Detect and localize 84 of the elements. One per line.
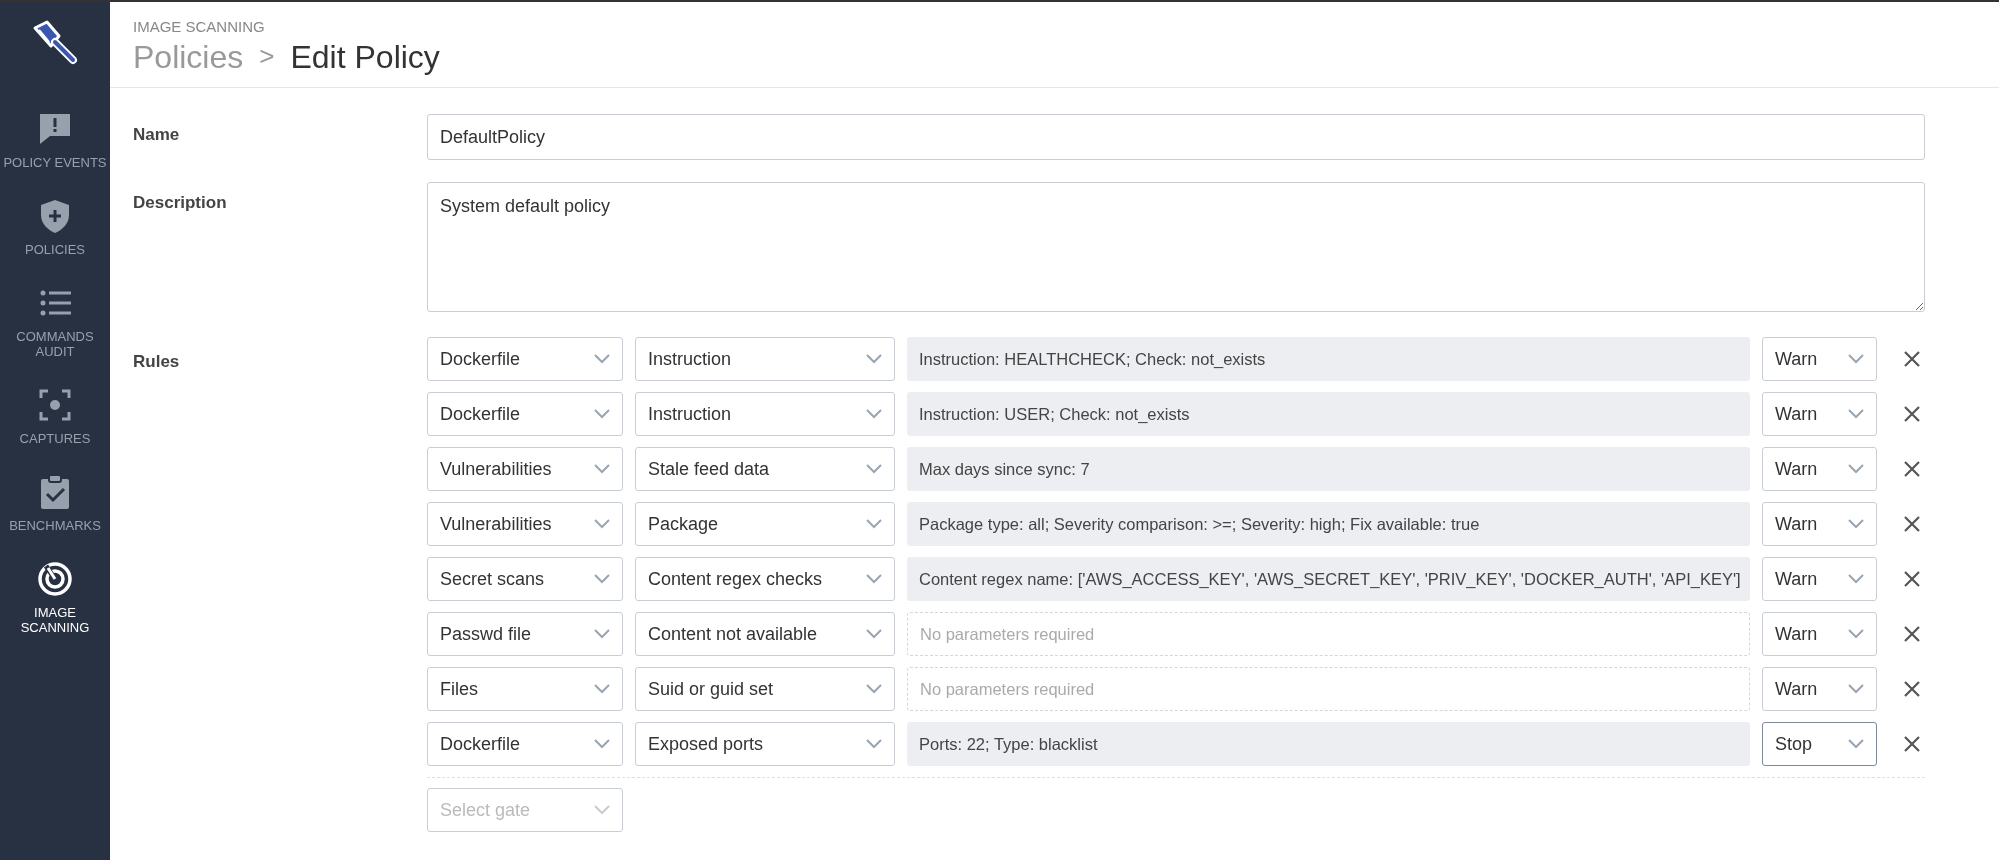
action-select[interactable]: Warn xyxy=(1762,502,1877,547)
sidebar-item[interactable]: IMAGE SCANNING xyxy=(0,559,110,636)
section-label: IMAGE SCANNING xyxy=(133,17,266,37)
chevron-down-icon xyxy=(866,684,882,695)
chevron-down-icon xyxy=(1848,739,1864,750)
sidebar-item[interactable]: POLICIES xyxy=(0,196,110,258)
close-icon xyxy=(1903,350,1921,369)
chevron-down-icon xyxy=(1848,629,1864,640)
chevron-down-icon xyxy=(866,409,882,420)
field-label: Name xyxy=(133,124,181,147)
chevron-down-icon xyxy=(1848,574,1864,585)
action-select[interactable]: Stop xyxy=(1762,722,1877,767)
chevron-down-icon xyxy=(1848,684,1864,695)
action-select[interactable]: Warn xyxy=(1762,667,1877,712)
close-icon xyxy=(1903,570,1921,589)
chevron-down-icon xyxy=(866,629,882,640)
chevron-down-icon xyxy=(866,464,882,475)
chevron-down-icon xyxy=(1848,464,1864,475)
chevron-down-icon xyxy=(866,519,882,530)
close-icon xyxy=(1903,460,1921,479)
sidebar-item[interactable]: POLICY EVENTS xyxy=(0,110,110,171)
chevron-down-icon xyxy=(866,574,882,585)
gate-select[interactable]: Secret scans xyxy=(427,557,623,602)
parameters-field[interactable]: Instruction: USER; Check: not_exists xyxy=(907,392,1750,437)
sidebar-item-label: COMMANDS AUDIT xyxy=(15,329,95,360)
description-textarea[interactable]: System default policy xyxy=(427,182,1925,313)
field-label: Rules xyxy=(133,351,181,374)
trigger-select[interactable]: Exposed ports xyxy=(635,722,895,767)
gate-select[interactable]: Passwd file xyxy=(427,612,623,657)
chevron-down-icon xyxy=(594,464,610,475)
sidebar-item-label: IMAGE SCANNING xyxy=(19,605,91,636)
chevron-down-icon xyxy=(1848,409,1864,420)
close-icon xyxy=(1903,515,1921,534)
chevron-down-icon xyxy=(1848,519,1864,530)
gate-select[interactable]: Dockerfile xyxy=(427,722,623,767)
action-select[interactable]: Warn xyxy=(1762,612,1877,657)
chevron-down-icon xyxy=(866,354,882,365)
chevron-down-icon xyxy=(594,805,610,816)
sidebar-item-label: CAPTURES xyxy=(19,431,91,447)
chevron-down-icon xyxy=(594,629,610,640)
name-input[interactable]: DefaultPolicy xyxy=(427,114,1925,161)
chevron-down-icon xyxy=(594,574,610,585)
chevron-down-icon xyxy=(594,684,610,695)
chevron-down-icon xyxy=(594,519,610,530)
parameters-field[interactable]: Content regex name: ['AWS_ACCESS_KEY', 'AWS_SECRET_KEY', 'PRIV_KEY', 'DOCKER_AUTH', 'API_KEY'] xyxy=(907,557,1750,602)
sidebar-item-label: POLICIES xyxy=(25,242,85,258)
trigger-select[interactable]: Suid or guid set xyxy=(635,667,895,712)
gate-select[interactable]: Vulnerabilities xyxy=(427,447,623,492)
parameters-field[interactable]: Instruction: HEALTHCHECK; Check: not_exists xyxy=(907,337,1750,382)
close-icon xyxy=(1903,680,1921,699)
page-title: Edit Policy xyxy=(290,38,440,76)
sidebar-item[interactable]: BENCHMARKS xyxy=(0,472,110,534)
gate-select[interactable]: Files xyxy=(427,667,623,712)
field-label: Description xyxy=(133,192,228,215)
gate-select[interactable]: Vulnerabilities xyxy=(427,502,623,547)
sidebar-item-label: POLICY EVENTS xyxy=(3,156,107,171)
sidebar-item-label: BENCHMARKS xyxy=(9,518,101,534)
parameters-field[interactable]: Package type: all; Severity comparison: >=; Severity: high; Fix available: true xyxy=(907,502,1750,547)
parameters-field[interactable]: Max days since sync: 7 xyxy=(907,447,1750,492)
close-icon xyxy=(1903,625,1921,644)
gate-select[interactable]: Dockerfile xyxy=(427,392,623,437)
action-select[interactable]: Warn xyxy=(1762,557,1877,602)
trigger-select[interactable]: Package xyxy=(635,502,895,547)
chevron-down-icon xyxy=(594,739,610,750)
chevron-down-icon xyxy=(1848,354,1864,365)
chevron-down-icon xyxy=(594,409,610,420)
sidebar-item[interactable]: CAPTURES xyxy=(0,385,110,447)
gate-select[interactable]: Dockerfile xyxy=(427,337,623,382)
action-select[interactable]: Warn xyxy=(1762,447,1877,492)
radar-icon xyxy=(36,559,74,598)
trigger-select[interactable]: Instruction xyxy=(635,392,895,437)
close-icon xyxy=(1903,735,1921,754)
trigger-select[interactable]: Stale feed data xyxy=(635,447,895,492)
sidebar-item[interactable]: COMMANDS AUDIT xyxy=(0,283,110,360)
action-select[interactable]: Warn xyxy=(1762,337,1877,382)
chevron-down-icon xyxy=(594,354,610,365)
close-icon xyxy=(1903,405,1921,424)
trigger-select[interactable]: Instruction xyxy=(635,337,895,382)
action-select[interactable]: Warn xyxy=(1762,392,1877,437)
trigger-select[interactable]: Content not available xyxy=(635,612,895,657)
chevron-down-icon xyxy=(866,739,882,750)
parameters-field[interactable]: Ports: 22; Type: blacklist xyxy=(907,722,1750,767)
trigger-select[interactable]: Content regex checks xyxy=(635,557,895,602)
breadcrumb-separator: > xyxy=(259,41,275,72)
